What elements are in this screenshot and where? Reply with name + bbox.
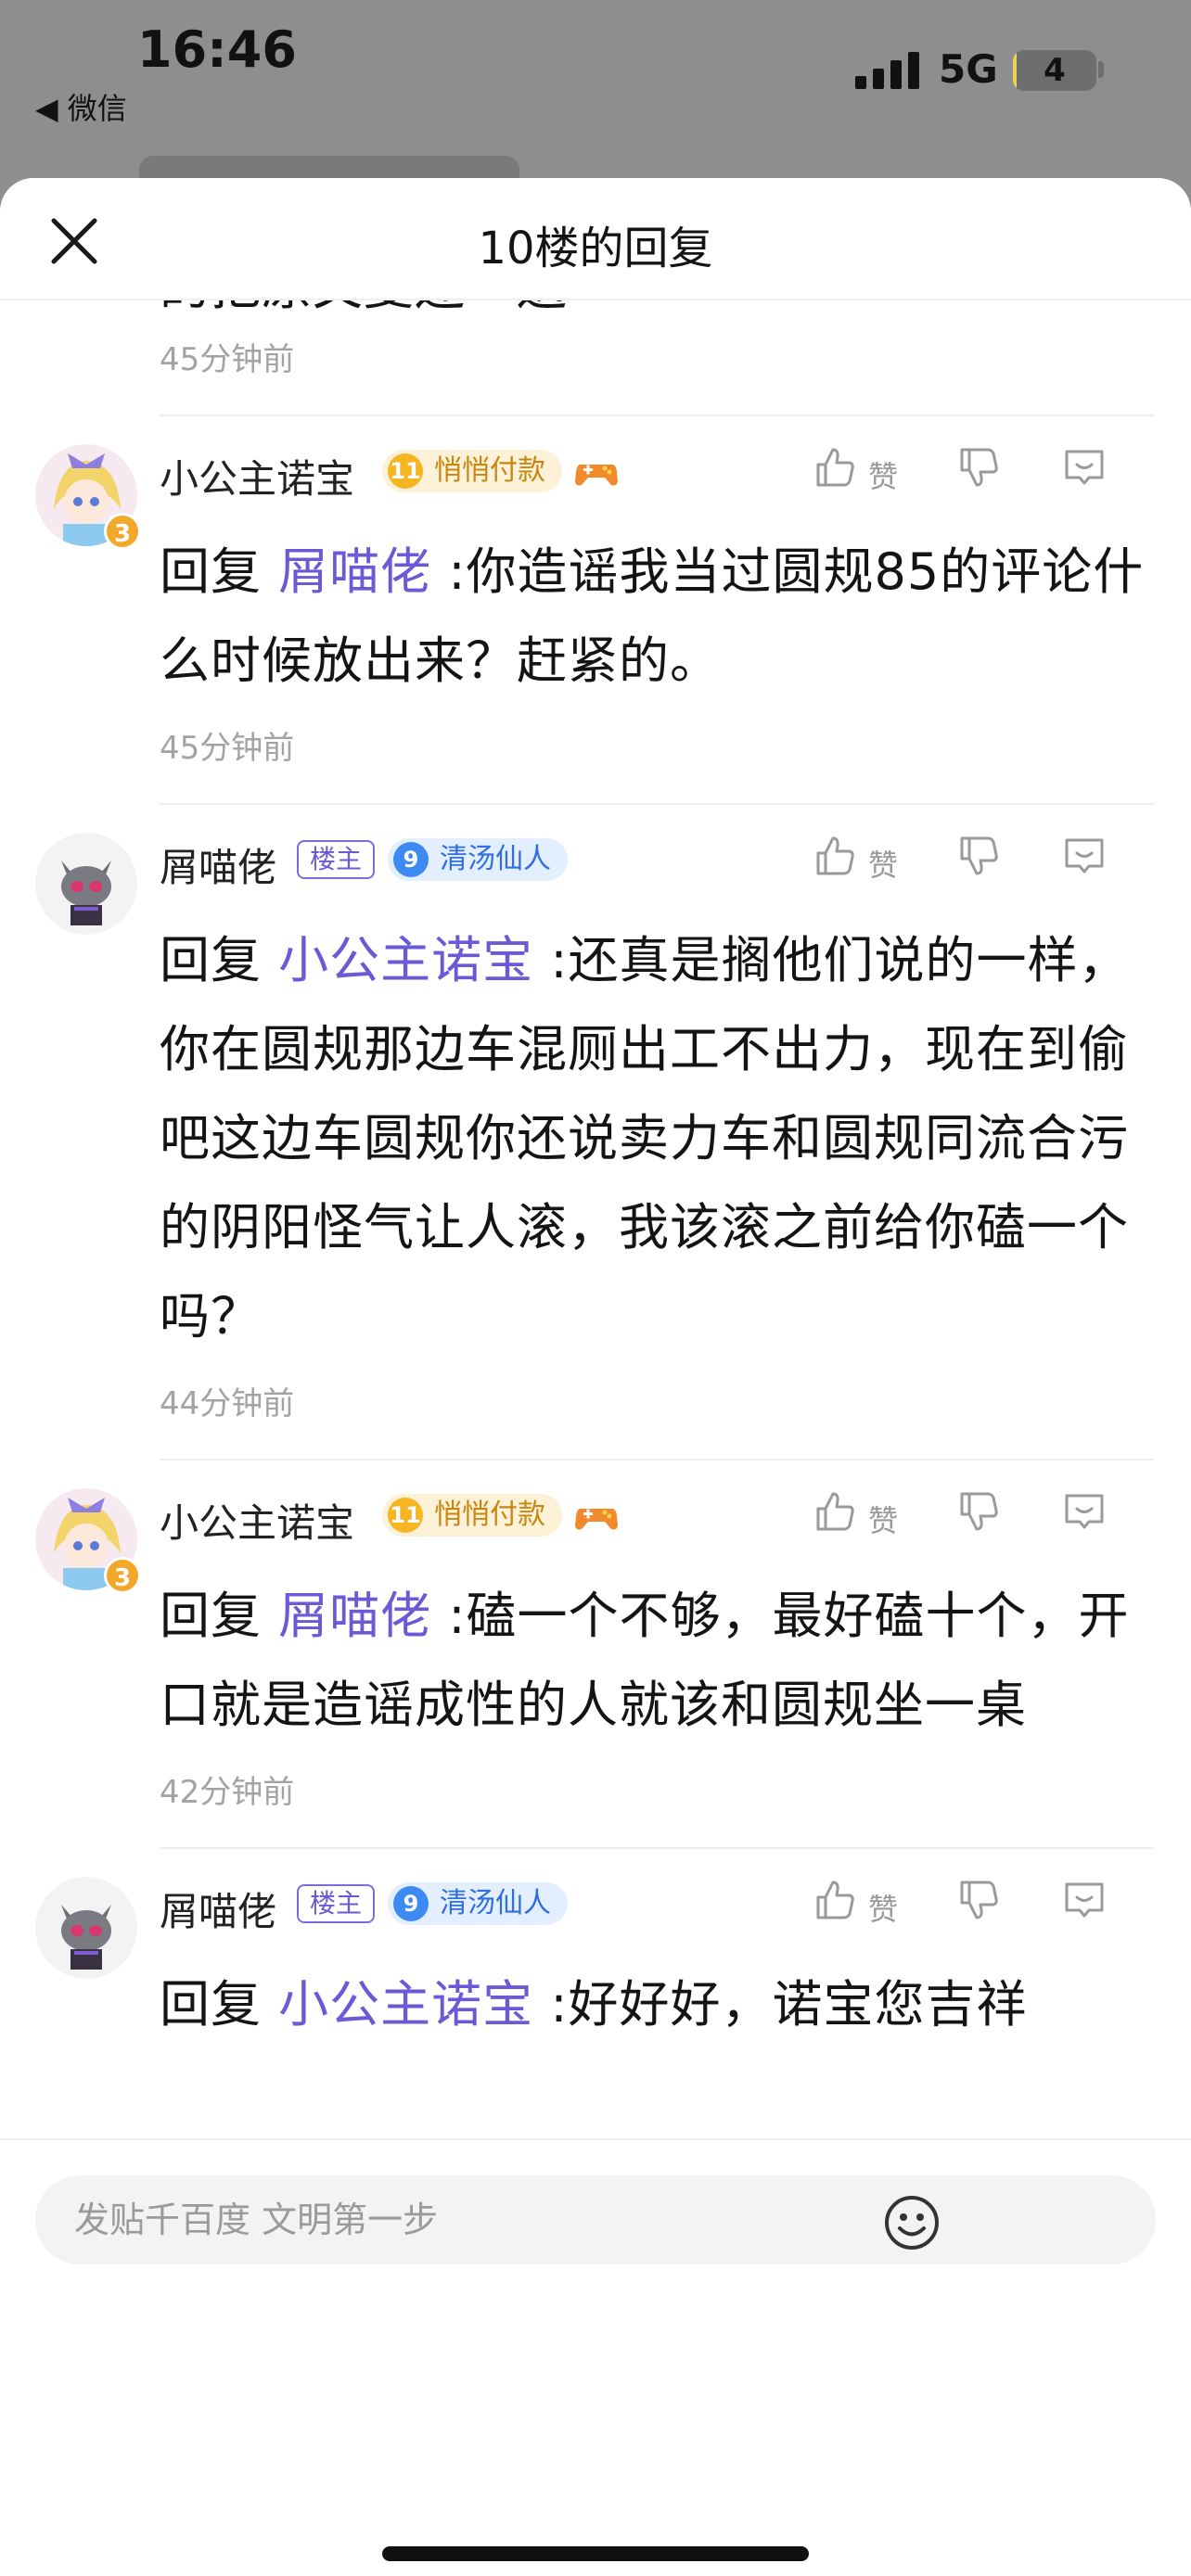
battery-tip — [1098, 61, 1104, 78]
level-badge: 11 悄悄付款 — [382, 1494, 562, 1537]
comment-bubble-icon — [1065, 1494, 1104, 1529]
reply-item: 屑喵佬 楼主 9 清汤仙人 赞 — [0, 1849, 1191, 2049]
reply-sheet: 10楼的回复 的把原文复还一遍 45分钟前 — [0, 178, 1191, 2576]
reply-input[interactable] — [35, 2175, 1156, 2264]
level-badge: 9 清汤仙人 — [388, 838, 568, 881]
home-indicator — [382, 2546, 809, 2561]
level-number: 11 — [388, 1498, 423, 1533]
username[interactable]: 小公主诺宝 — [160, 448, 354, 504]
comment-button[interactable] — [1061, 444, 1108, 500]
thumbs-up-icon — [816, 1881, 854, 1919]
cellular-signal-icon — [855, 52, 922, 89]
back-to-app-link[interactable]: ◀ 微信 — [35, 85, 127, 128]
reply-list[interactable]: 的把原文复还一遍 45分钟前 3 — [0, 300, 1191, 2316]
sheet-title: 10楼的回复 — [478, 223, 713, 274]
thumbs-down-icon — [960, 1881, 998, 1919]
thumbs-down-icon — [960, 448, 998, 487]
fragment-text: 的把原文复还一遍 — [160, 300, 1154, 332]
mention-link[interactable]: 小公主诺宝 — [278, 1975, 533, 2034]
reply-fragment: 的把原文复还一遍 45分钟前 — [0, 300, 1191, 416]
host-badge: 楼主 — [297, 1884, 376, 1923]
cat-avatar-icon — [35, 833, 137, 935]
reply-actions: 赞 — [811, 444, 1117, 500]
reply-item: 屑喵佬 楼主 9 清汤仙人 赞 — [0, 805, 1191, 1460]
mention-link[interactable]: 屑喵佬 — [278, 542, 431, 601]
avatar[interactable] — [35, 1877, 137, 1979]
username[interactable]: 屑喵佬 — [160, 836, 276, 893]
sheet-header: 10楼的回复 — [0, 178, 1191, 300]
dislike-button[interactable] — [954, 833, 1001, 888]
level-title: 悄悄付款 — [434, 1498, 545, 1531]
comment-bubble-icon — [1065, 838, 1104, 874]
reply-text: 回复 屑喵佬 :磕一个不够，最好磕十个，开口就是造谣成性的人就该和圆规坐一桌 — [160, 1587, 1130, 1734]
avatar[interactable]: 3 — [35, 444, 141, 550]
thumbs-up-icon — [816, 448, 854, 487]
level-title: 清汤仙人 — [440, 1887, 551, 1919]
like-button[interactable]: 赞 — [811, 1877, 898, 1932]
comment-button[interactable] — [1061, 833, 1108, 888]
like-label: 赞 — [868, 848, 899, 883]
reply-item: 3 小公主诺宝 11 悄悄付款 — [0, 1460, 1191, 1849]
cat-avatar-icon — [35, 1877, 137, 1979]
comment-button[interactable] — [1061, 1488, 1108, 1544]
reply-time: 44分钟前 — [160, 1385, 295, 1422]
avatar-level-badge: 3 — [104, 513, 141, 550]
reply-actions: 赞 — [811, 833, 1117, 888]
like-label: 赞 — [868, 1503, 899, 1538]
reply-actions: 赞 — [811, 1488, 1117, 1544]
status-time: 16:46 — [137, 20, 297, 79]
level-title: 清汤仙人 — [440, 843, 551, 875]
thumbs-up-icon — [816, 1492, 854, 1531]
reply-text: 回复 小公主诺宝 :好好好，诺宝您吉祥 — [160, 1975, 1028, 2034]
reply-text: 回复 小公主诺宝 :还真是搁他们说的一样，你在圆规那边车混厕出工不出力，现在到偷… — [160, 931, 1130, 1345]
thumbs-up-icon — [816, 836, 854, 875]
dislike-button[interactable] — [954, 1488, 1001, 1544]
level-number: 11 — [388, 453, 423, 489]
mention-link[interactable]: 小公主诺宝 — [278, 931, 533, 989]
thumbs-down-icon — [960, 1492, 998, 1531]
username[interactable]: 小公主诺宝 — [160, 1492, 354, 1549]
like-button[interactable]: 赞 — [811, 1488, 898, 1544]
network-type: 5G — [939, 46, 998, 92]
composer-bar — [0, 2138, 1191, 2398]
battery-icon: 4 — [1013, 50, 1096, 91]
level-number: 9 — [393, 842, 429, 877]
avatar-level-badge: 3 — [104, 1557, 141, 1594]
fragment-time: 45分钟前 — [160, 341, 295, 378]
level-number: 9 — [393, 1886, 429, 1921]
like-label: 赞 — [868, 1892, 899, 1927]
like-button[interactable]: 赞 — [811, 444, 898, 500]
comment-button[interactable] — [1061, 1877, 1108, 1932]
username[interactable]: 屑喵佬 — [160, 1881, 276, 1937]
like-button[interactable]: 赞 — [811, 833, 898, 888]
comment-bubble-icon — [1065, 1882, 1104, 1918]
mention-link[interactable]: 屑喵佬 — [278, 1587, 431, 1645]
avatar[interactable] — [35, 833, 137, 935]
reply-time: 42分钟前 — [160, 1774, 295, 1811]
host-badge: 楼主 — [297, 840, 376, 879]
dislike-button[interactable] — [954, 1877, 1001, 1932]
reply-text: 回复 屑喵佬 :你造谣我当过圆规85的评论什么时候放出来？赶紧的。 — [160, 542, 1145, 690]
reply-item: 3 小公主诺宝 11 悄悄付款 — [0, 416, 1191, 805]
reply-time: 45分钟前 — [160, 730, 295, 767]
gamepad-icon — [575, 1509, 618, 1530]
status-bar: 16:46 ◀ 微信 5G 4 — [0, 0, 1191, 184]
dislike-button[interactable] — [954, 444, 1001, 500]
battery-level: 4 — [1044, 52, 1066, 89]
comment-bubble-icon — [1065, 450, 1104, 485]
avatar[interactable]: 3 — [35, 1488, 141, 1594]
smiley-icon[interactable] — [883, 2194, 941, 2251]
level-badge: 11 悄悄付款 — [382, 450, 562, 492]
like-label: 赞 — [868, 459, 899, 494]
thumbs-down-icon — [960, 836, 998, 875]
level-badge: 9 清汤仙人 — [388, 1882, 568, 1925]
gamepad-icon — [575, 465, 618, 486]
reply-actions: 赞 — [811, 1877, 1117, 1932]
level-title: 悄悄付款 — [434, 454, 545, 487]
